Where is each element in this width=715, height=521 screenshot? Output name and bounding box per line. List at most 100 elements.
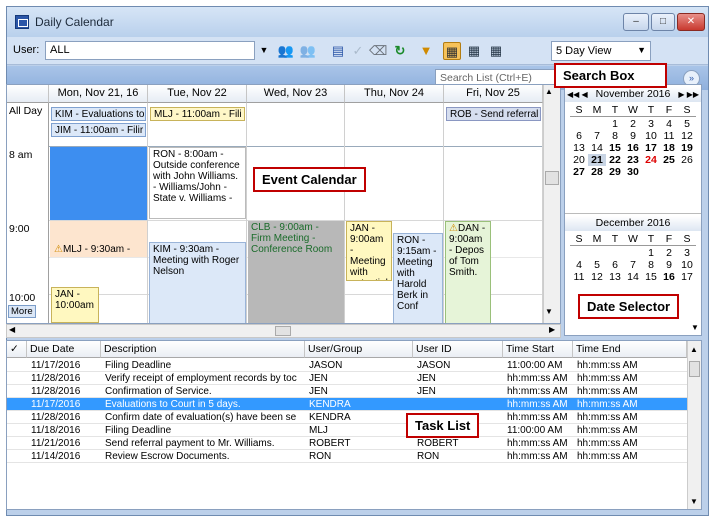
event-item[interactable]: MLJ - 11:00am - Fili	[150, 107, 245, 121]
event-item[interactable]: ROB - Send referral	[446, 107, 541, 121]
date-cell[interactable]: 2	[660, 247, 678, 259]
date-cell[interactable]: 23	[624, 154, 642, 166]
day-header[interactable]: Fri, Nov 25	[444, 85, 543, 103]
event-item[interactable]: CLB - 9:00am - Firm Meeting - Conference…	[248, 221, 344, 323]
date-cell[interactable]: 11	[660, 130, 678, 142]
refresh-icon[interactable]: ↻	[391, 42, 409, 60]
date-cell[interactable]: 5	[588, 259, 606, 271]
next-month-button[interactable]: ▶ ▶▶	[678, 87, 699, 102]
date-cell[interactable]: 9	[624, 130, 642, 142]
check-column-header[interactable]: ✓	[7, 341, 27, 358]
date-cell[interactable]: 16	[624, 142, 642, 154]
date-cell[interactable]: 13	[570, 142, 588, 154]
scroll-up-icon[interactable]: ▲	[545, 87, 553, 96]
date-cell[interactable]: 2	[624, 118, 642, 130]
column-header[interactable]: User/Group	[305, 341, 413, 358]
date-cell[interactable]: 4	[660, 118, 678, 130]
table-row[interactable]: 11/28/2016 Verify receipt of employment r…	[7, 372, 687, 385]
calendar-vscrollbar[interactable]: ▲ ▼	[543, 85, 560, 323]
table-row[interactable]: 11/18/2016Filing DeadlineMLJMLJ11:00:00 …	[7, 424, 687, 437]
month-view-icon[interactable]: ▦	[487, 42, 505, 60]
column-header[interactable]: Time Start	[503, 341, 573, 358]
view-select[interactable]: 5 Day View ▼	[551, 41, 651, 61]
column-header[interactable]: Due Date	[27, 341, 101, 358]
table-row[interactable]: 11/21/2016 Send referral payment to Mr. W…	[7, 437, 687, 450]
day-header[interactable]: Thu, Nov 24	[345, 85, 444, 103]
scroll-down-icon[interactable]: ▼	[691, 323, 699, 332]
date-cell[interactable]: 7	[624, 259, 642, 271]
day-header[interactable]: Wed, Nov 23	[247, 85, 345, 103]
date-cell[interactable]: 26	[678, 154, 696, 166]
calendar-hscrollbar[interactable]: ◀ ▶	[6, 324, 561, 338]
date-cell[interactable]: 8	[606, 130, 624, 142]
date-cell[interactable]: 17	[642, 142, 660, 154]
column-header[interactable]: User ID	[413, 341, 503, 358]
date-cell[interactable]: 7	[588, 130, 606, 142]
event-item[interactable]: JAN - 10:00am	[51, 287, 99, 323]
date-cell[interactable]: 10	[678, 259, 696, 271]
event-item[interactable]: RON - 8:00am - Outside conference with J…	[149, 147, 246, 219]
scroll-down-icon[interactable]: ▼	[690, 497, 698, 506]
date-cell[interactable]: 14	[588, 142, 606, 154]
date-cell[interactable]: 1	[642, 247, 660, 259]
date-cell[interactable]: 6	[606, 259, 624, 271]
table-row[interactable]: 11/28/2016 Confirmation of Service. JEN JEN…	[7, 385, 687, 398]
column-header[interactable]: Time End	[573, 341, 687, 358]
date-cell[interactable]: 4	[570, 259, 588, 271]
date-cell[interactable]: 15	[642, 271, 660, 283]
date-cell[interactable]: 6	[570, 130, 588, 142]
add-task-icon[interactable]: ▤	[329, 42, 347, 60]
users-icon[interactable]: 👥	[277, 42, 295, 60]
close-button[interactable]: ✕	[677, 13, 705, 31]
date-cell[interactable]: 8	[642, 259, 660, 271]
date-cell[interactable]: 19	[678, 142, 696, 154]
event-item[interactable]: KIM - 9:30am - Meeting with Roger Nelson	[149, 242, 246, 323]
date-cell[interactable]: 11	[570, 271, 588, 283]
event-item[interactable]: KIM - Evaluations to	[51, 107, 146, 121]
date-cell[interactable]: 5	[678, 118, 696, 130]
date-cell[interactable]: 12	[678, 130, 696, 142]
date-cell[interactable]: 18	[660, 142, 678, 154]
user-field[interactable]: ALL	[45, 41, 255, 60]
date-cell[interactable]: 25	[660, 154, 678, 166]
event-item[interactable]: RON - 9:15am - Meeting with Harold Berk …	[393, 233, 443, 323]
date-cell[interactable]: 1	[606, 118, 624, 130]
scroll-right-icon[interactable]: ▶	[549, 325, 555, 334]
table-row[interactable]: 11/28/2016 Confirm date of evaluation(s) …	[7, 411, 687, 424]
date-cell[interactable]: 3	[678, 247, 696, 259]
date-cell[interactable]: 13	[606, 271, 624, 283]
minimize-button[interactable]: –	[623, 13, 649, 31]
table-row[interactable]: 11/17/2016 Filing Deadline JASON JASON 11:00…	[7, 359, 687, 372]
user-dropdown-icon[interactable]: ▼	[257, 41, 271, 60]
event-item[interactable]: JAN - 9:00am - Meeting with potential	[346, 221, 392, 281]
day-header[interactable]: Mon, Nov 21, 16	[49, 85, 148, 103]
scroll-thumb[interactable]	[545, 171, 559, 185]
date-cell[interactable]: 12	[588, 271, 606, 283]
date-cell[interactable]: 24	[642, 154, 660, 166]
date-cell[interactable]: 10	[642, 130, 660, 142]
date-cell[interactable]: 17	[678, 271, 696, 283]
date-cell[interactable]: 16	[660, 271, 678, 283]
date-cell[interactable]: 29	[606, 166, 624, 178]
date-cell[interactable]: 9	[660, 259, 678, 271]
date-cell[interactable]: 21	[588, 154, 606, 166]
date-cell[interactable]: 28	[588, 166, 606, 178]
date-cell[interactable]: 27	[570, 166, 588, 178]
selected-timeslot[interactable]	[50, 147, 147, 220]
event-item[interactable]: ⚠MLJ - 9:30am -	[51, 243, 146, 256]
maximize-button[interactable]: □	[651, 13, 675, 31]
day-view-icon[interactable]: ▦	[443, 42, 461, 60]
filter-icon[interactable]: ▼	[417, 42, 435, 60]
prev-month-button[interactable]: ◀◀ ◀	[567, 87, 588, 102]
more-button[interactable]: More	[8, 305, 36, 318]
table-row[interactable]: 11/14/2016 Review Escrow Documents. RON RON…	[7, 450, 687, 463]
scroll-down-icon[interactable]: ▼	[545, 307, 553, 316]
date-cell[interactable]: 14	[624, 271, 642, 283]
date-cell[interactable]: 3	[642, 118, 660, 130]
table-row[interactable]: 11/17/2016 Evaluations to Court in 5 days…	[7, 398, 687, 411]
date-cell[interactable]: 30	[624, 166, 642, 178]
event-item[interactable]: ⚠DAN - 9:00am - Depos of Tom Smith.	[445, 221, 491, 323]
scroll-up-icon[interactable]: ▲	[690, 345, 698, 354]
scroll-thumb[interactable]	[275, 326, 291, 336]
task-vscrollbar[interactable]: ▲ ▼	[687, 341, 701, 509]
